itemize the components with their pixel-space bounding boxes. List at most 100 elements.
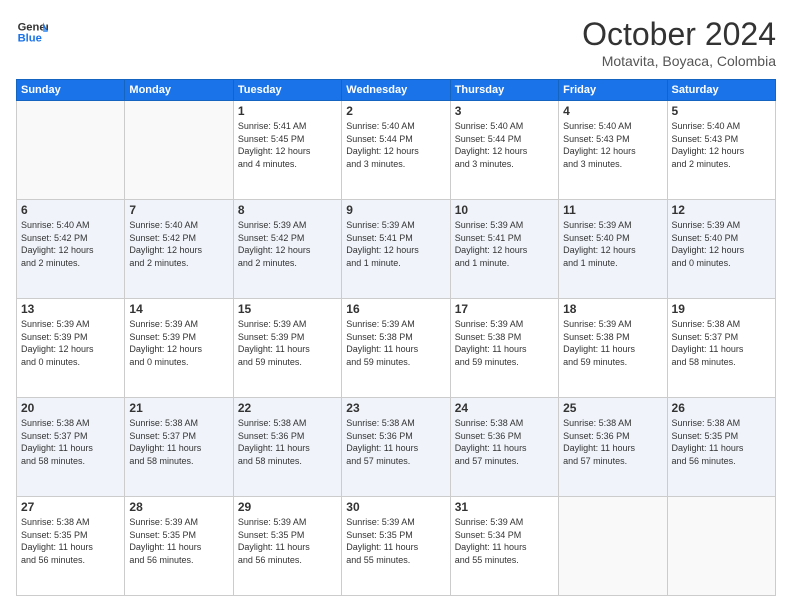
day-info: Sunrise: 5:38 AM Sunset: 5:37 PM Dayligh… — [21, 417, 120, 467]
day-number: 16 — [346, 302, 445, 316]
day-number: 26 — [672, 401, 771, 415]
day-info: Sunrise: 5:38 AM Sunset: 5:37 PM Dayligh… — [672, 318, 771, 368]
calendar-cell: 28 Sunrise: 5:39 AM Sunset: 5:35 PM Dayli… — [125, 497, 233, 596]
calendar-week-5: 27 Sunrise: 5:38 AM Sunset: 5:35 PM Dayli… — [17, 497, 776, 596]
day-info: Sunrise: 5:38 AM Sunset: 5:35 PM Dayligh… — [21, 516, 120, 566]
day-info: Sunrise: 5:38 AM Sunset: 5:36 PM Dayligh… — [238, 417, 337, 467]
day-info: Sunrise: 5:39 AM Sunset: 5:41 PM Dayligh… — [455, 219, 554, 269]
calendar-cell: 9Sunrise: 5:39 AM Sunset: 5:41 PM Daylig… — [342, 200, 450, 299]
logo-icon: General Blue — [16, 16, 48, 48]
day-info: Sunrise: 5:39 AM Sunset: 5:38 PM Dayligh… — [346, 318, 445, 368]
day-number: 27 — [21, 500, 120, 514]
day-number: 29 — [238, 500, 337, 514]
calendar-cell: 21 Sunrise: 5:38 AM Sunset: 5:37 PM Dayli… — [125, 398, 233, 497]
calendar-cell: 24Sunrise: 5:38 AM Sunset: 5:36 PM Dayli… — [450, 398, 558, 497]
day-number: 11 — [563, 203, 662, 217]
calendar-cell: 6 Sunrise: 5:40 AM Sunset: 5:42 PM Daylig… — [17, 200, 125, 299]
col-tuesday: Tuesday — [233, 80, 341, 101]
col-wednesday: Wednesday — [342, 80, 450, 101]
calendar-cell: 25 Sunrise: 5:38 AM Sunset: 5:36 PM Dayli… — [559, 398, 667, 497]
month-title: October 2024 — [582, 16, 776, 53]
day-info: Sunrise: 5:40 AM Sunset: 5:44 PM Dayligh… — [346, 120, 445, 170]
day-number: 14 — [129, 302, 228, 316]
calendar-cell: 11 Sunrise: 5:39 AM Sunset: 5:40 PM Dayli… — [559, 200, 667, 299]
day-info: Sunrise: 5:39 AM Sunset: 5:39 PM Dayligh… — [21, 318, 120, 368]
day-info: Sunrise: 5:41 AM Sunset: 5:45 PM Dayligh… — [238, 120, 337, 170]
day-number: 4 — [563, 104, 662, 118]
calendar-cell: 17 Sunrise: 5:39 AM Sunset: 5:38 PM Dayli… — [450, 299, 558, 398]
day-info: Sunrise: 5:39 AM Sunset: 5:39 PM Dayligh… — [129, 318, 228, 368]
title-block: October 2024 Motavita, Boyaca, Colombia — [582, 16, 776, 69]
day-info: Sunrise: 5:39 AM Sunset: 5:40 PM Dayligh… — [672, 219, 771, 269]
calendar-cell: 20 Sunrise: 5:38 AM Sunset: 5:37 PM Dayli… — [17, 398, 125, 497]
day-number: 24 — [455, 401, 554, 415]
day-number: 3 — [455, 104, 554, 118]
calendar-cell — [559, 497, 667, 596]
calendar-cell: 12Sunrise: 5:39 AM Sunset: 5:40 PM Dayli… — [667, 200, 775, 299]
day-number: 9 — [346, 203, 445, 217]
day-info: Sunrise: 5:40 AM Sunset: 5:42 PM Dayligh… — [21, 219, 120, 269]
day-number: 30 — [346, 500, 445, 514]
col-sunday: Sunday — [17, 80, 125, 101]
day-number: 21 — [129, 401, 228, 415]
calendar-cell: 3Sunrise: 5:40 AM Sunset: 5:44 PM Daylig… — [450, 101, 558, 200]
col-friday: Friday — [559, 80, 667, 101]
day-number: 25 — [563, 401, 662, 415]
calendar-week-1: 1 Sunrise: 5:41 AM Sunset: 5:45 PM Daylig… — [17, 101, 776, 200]
calendar-cell: 5 Sunrise: 5:40 AM Sunset: 5:43 PM Daylig… — [667, 101, 775, 200]
header: General Blue October 2024 Motavita, Boya… — [16, 16, 776, 69]
day-info: Sunrise: 5:39 AM Sunset: 5:39 PM Dayligh… — [238, 318, 337, 368]
calendar-table: Sunday Monday Tuesday Wednesday Thursday… — [16, 79, 776, 596]
day-info: Sunrise: 5:39 AM Sunset: 5:34 PM Dayligh… — [455, 516, 554, 566]
day-info: Sunrise: 5:39 AM Sunset: 5:35 PM Dayligh… — [238, 516, 337, 566]
calendar-week-3: 13 Sunrise: 5:39 AM Sunset: 5:39 PM Dayli… — [17, 299, 776, 398]
day-info: Sunrise: 5:39 AM Sunset: 5:40 PM Dayligh… — [563, 219, 662, 269]
day-number: 13 — [21, 302, 120, 316]
day-number: 17 — [455, 302, 554, 316]
day-number: 31 — [455, 500, 554, 514]
day-number: 5 — [672, 104, 771, 118]
day-number: 8 — [238, 203, 337, 217]
day-info: Sunrise: 5:38 AM Sunset: 5:37 PM Dayligh… — [129, 417, 228, 467]
calendar-cell: 27 Sunrise: 5:38 AM Sunset: 5:35 PM Dayli… — [17, 497, 125, 596]
calendar-cell: 30Sunrise: 5:39 AM Sunset: 5:35 PM Dayli… — [342, 497, 450, 596]
day-info: Sunrise: 5:38 AM Sunset: 5:36 PM Dayligh… — [346, 417, 445, 467]
day-number: 28 — [129, 500, 228, 514]
col-monday: Monday — [125, 80, 233, 101]
day-info: Sunrise: 5:40 AM Sunset: 5:43 PM Dayligh… — [672, 120, 771, 170]
calendar-cell: 26Sunrise: 5:38 AM Sunset: 5:35 PM Dayli… — [667, 398, 775, 497]
day-number: 6 — [21, 203, 120, 217]
calendar-cell: 18Sunrise: 5:39 AM Sunset: 5:38 PM Dayli… — [559, 299, 667, 398]
day-number: 1 — [238, 104, 337, 118]
location: Motavita, Boyaca, Colombia — [582, 53, 776, 69]
calendar-cell: 16 Sunrise: 5:39 AM Sunset: 5:38 PM Dayli… — [342, 299, 450, 398]
day-info: Sunrise: 5:40 AM Sunset: 5:42 PM Dayligh… — [129, 219, 228, 269]
day-number: 10 — [455, 203, 554, 217]
day-number: 23 — [346, 401, 445, 415]
col-saturday: Saturday — [667, 80, 775, 101]
day-number: 19 — [672, 302, 771, 316]
day-number: 18 — [563, 302, 662, 316]
calendar-cell: 2 Sunrise: 5:40 AM Sunset: 5:44 PM Daylig… — [342, 101, 450, 200]
calendar-cell: 10 Sunrise: 5:39 AM Sunset: 5:41 PM Dayli… — [450, 200, 558, 299]
day-info: Sunrise: 5:39 AM Sunset: 5:38 PM Dayligh… — [455, 318, 554, 368]
calendar-cell: 29 Sunrise: 5:39 AM Sunset: 5:35 PM Dayli… — [233, 497, 341, 596]
logo: General Blue — [16, 16, 48, 48]
day-info: Sunrise: 5:39 AM Sunset: 5:42 PM Dayligh… — [238, 219, 337, 269]
page: General Blue October 2024 Motavita, Boya… — [0, 0, 792, 612]
day-number: 20 — [21, 401, 120, 415]
day-number: 7 — [129, 203, 228, 217]
calendar-cell: 1 Sunrise: 5:41 AM Sunset: 5:45 PM Daylig… — [233, 101, 341, 200]
day-number: 15 — [238, 302, 337, 316]
calendar-cell — [125, 101, 233, 200]
day-info: Sunrise: 5:40 AM Sunset: 5:43 PM Dayligh… — [563, 120, 662, 170]
day-info: Sunrise: 5:39 AM Sunset: 5:35 PM Dayligh… — [129, 516, 228, 566]
day-info: Sunrise: 5:38 AM Sunset: 5:36 PM Dayligh… — [563, 417, 662, 467]
day-number: 22 — [238, 401, 337, 415]
calendar-cell: 4 Sunrise: 5:40 AM Sunset: 5:43 PM Daylig… — [559, 101, 667, 200]
day-number: 2 — [346, 104, 445, 118]
calendar-cell: 19 Sunrise: 5:38 AM Sunset: 5:37 PM Dayli… — [667, 299, 775, 398]
calendar-cell — [667, 497, 775, 596]
calendar-cell: 31 Sunrise: 5:39 AM Sunset: 5:34 PM Dayli… — [450, 497, 558, 596]
calendar-cell: 23 Sunrise: 5:38 AM Sunset: 5:36 PM Dayli… — [342, 398, 450, 497]
